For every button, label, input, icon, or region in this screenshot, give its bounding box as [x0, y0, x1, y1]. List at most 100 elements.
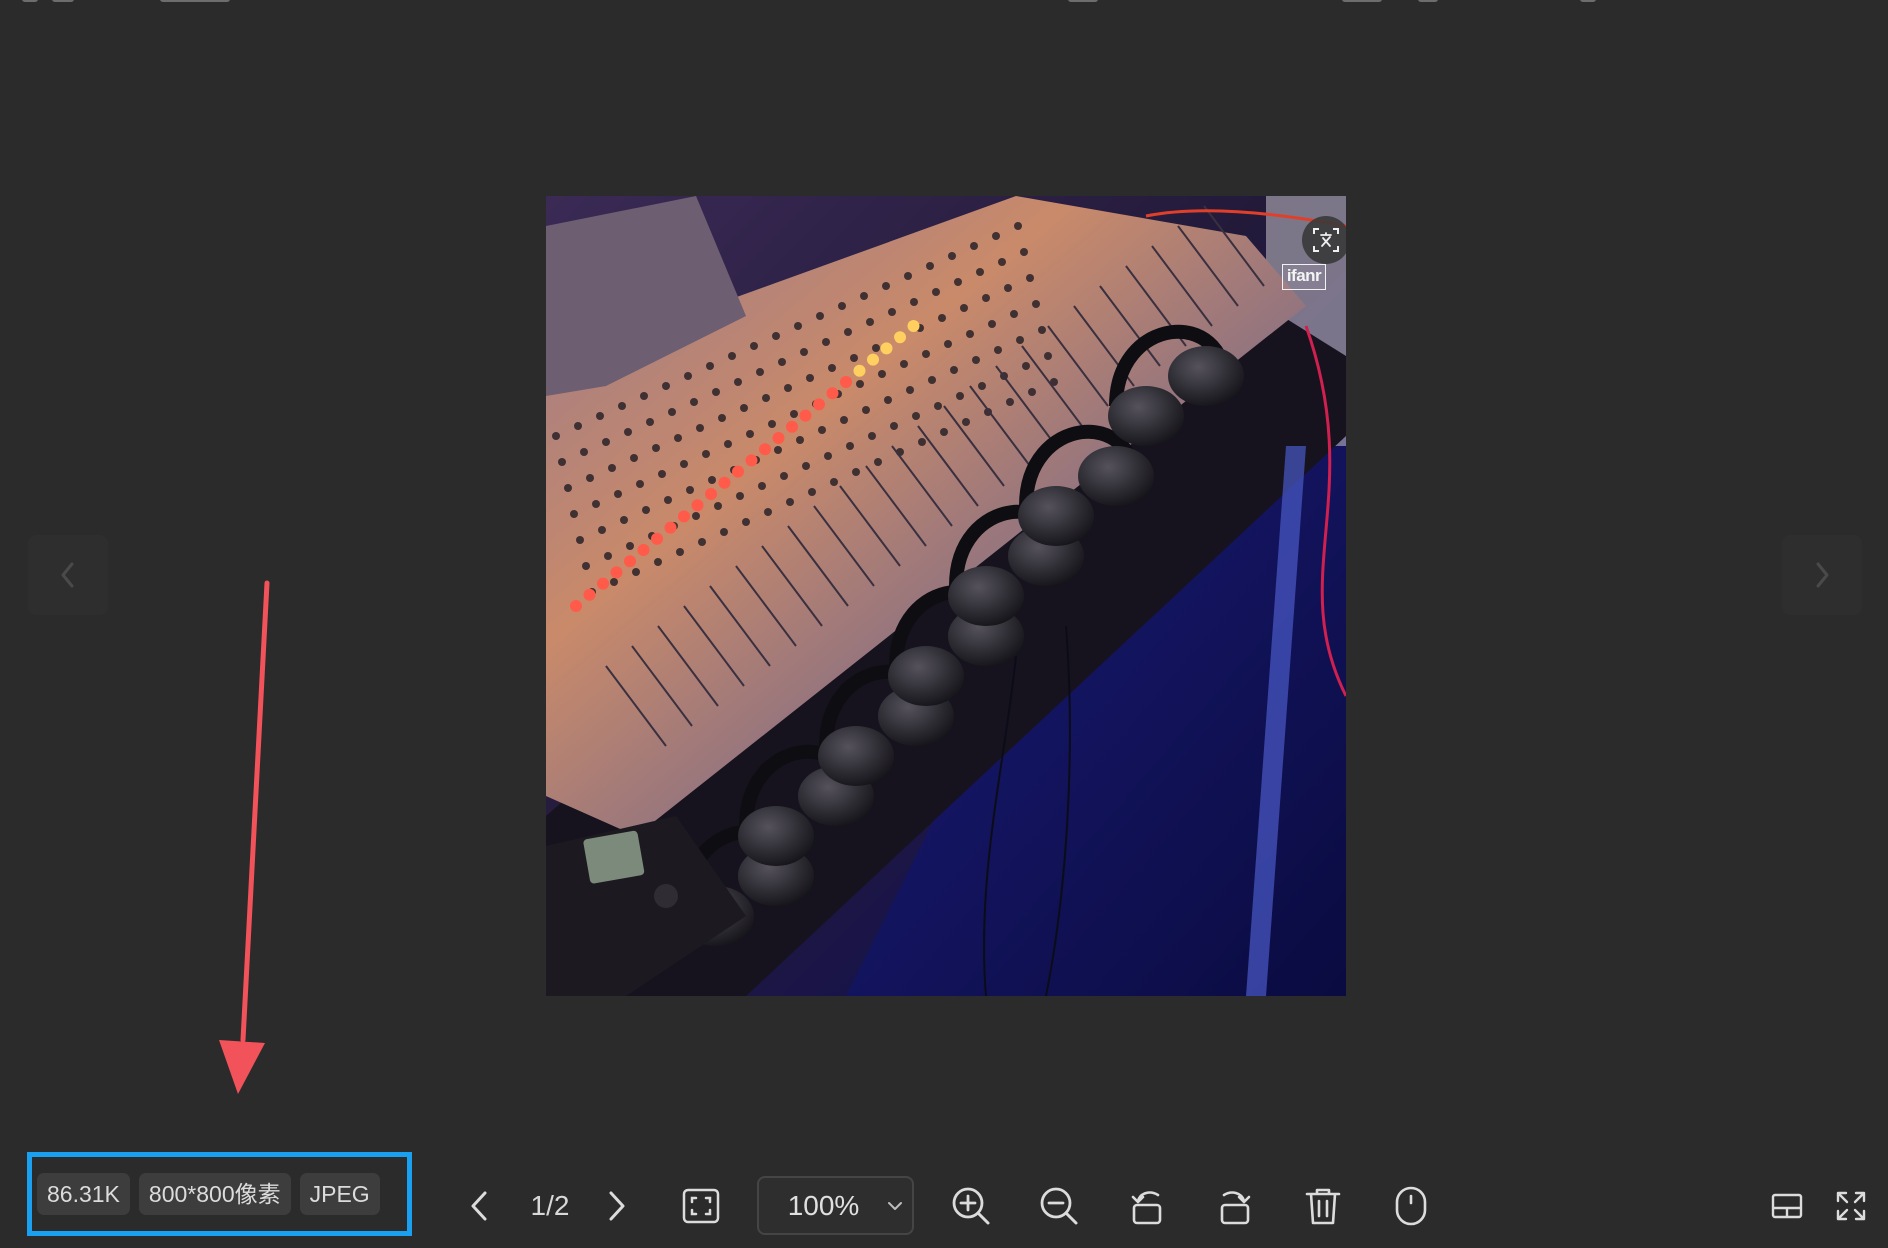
filmstrip-toggle-button[interactable]: [1762, 1178, 1812, 1234]
mixer-knob: [652, 444, 660, 452]
mouse-mode-button[interactable]: [1386, 1178, 1436, 1234]
chevron-left-icon: [471, 1191, 487, 1221]
mixer-knob: [882, 282, 890, 290]
mixer-knob: [576, 536, 584, 544]
mixer-knob: [780, 472, 788, 480]
led-light: [610, 566, 623, 579]
mixer-knob: [822, 338, 830, 346]
mixer-knob: [636, 480, 644, 488]
mixer-knob: [596, 412, 604, 420]
fit-screen-icon: [682, 1188, 720, 1224]
next-image-button[interactable]: [592, 1178, 642, 1234]
zoom-out-button[interactable]: [1034, 1178, 1084, 1234]
mixer-knob: [574, 422, 582, 430]
mixer-knob: [962, 418, 970, 426]
mixer-knob: [668, 408, 676, 416]
mixer-knob: [862, 406, 870, 414]
led-light: [678, 510, 690, 523]
mixer-knob: [948, 252, 956, 260]
mixer-knob: [626, 542, 634, 550]
mixer-knob: [796, 436, 804, 444]
mixer-knob: [944, 340, 952, 348]
zoom-in-button[interactable]: [946, 1178, 996, 1234]
mixer-knob: [756, 368, 764, 376]
mixer-knob: [1022, 362, 1030, 370]
mixer-knob: [874, 458, 882, 466]
mixer-knob: [674, 434, 682, 442]
filmstrip-icon: [1771, 1193, 1803, 1219]
title-icon-fragment: [22, 0, 38, 2]
chevron-down-icon: [878, 1201, 912, 1211]
led-light: [718, 476, 731, 489]
mixer-knob: [800, 348, 808, 356]
mixer-knob: [932, 288, 940, 296]
mixer-knob: [1032, 300, 1040, 308]
led-light: [826, 387, 839, 400]
mixer-knob: [570, 510, 578, 518]
mixer-knob: [580, 448, 588, 456]
led-light: [732, 465, 744, 478]
mixer-knob: [1038, 326, 1046, 334]
mixer-knob: [658, 470, 666, 478]
mixer-knob: [852, 468, 860, 476]
side-prev-button[interactable]: [28, 535, 108, 615]
prev-image-button[interactable]: [454, 1178, 504, 1234]
mixer-knob: [808, 488, 816, 496]
mixer-knob: [734, 378, 742, 386]
mixer-knob: [1016, 336, 1024, 344]
mixer-knob: [998, 258, 1006, 266]
mixer-knob: [918, 438, 926, 446]
title-text-fragment: [160, 0, 230, 2]
zoom-in-icon: [952, 1187, 990, 1225]
file-size-chip: 86.31K: [37, 1173, 130, 1215]
mixer-knob: [938, 314, 946, 322]
mixer-knob: [764, 508, 772, 516]
mixer-knob: [906, 386, 914, 394]
rotate-right-button[interactable]: [1210, 1178, 1260, 1234]
mixer-knob: [728, 352, 736, 360]
mixer-knob: [698, 538, 706, 546]
mixer-knob: [664, 496, 672, 504]
mixer-knob: [976, 268, 984, 276]
mixer-knob: [860, 292, 868, 300]
mixer-knob: [928, 376, 936, 384]
mixer-knob: [746, 430, 754, 438]
side-next-button[interactable]: [1782, 535, 1862, 615]
zoom-select[interactable]: 100%: [757, 1176, 914, 1235]
mixer-knob: [1004, 284, 1012, 292]
mixer-knob: [828, 364, 836, 372]
led-light: [705, 488, 717, 500]
led-light: [759, 443, 771, 456]
fullscreen-button[interactable]: [1826, 1178, 1876, 1234]
mixer-knob: [960, 304, 968, 312]
rotate-left-button[interactable]: [1122, 1178, 1172, 1234]
mixer-knob: [1026, 274, 1034, 282]
mixer-knob: [632, 568, 640, 576]
mixer-knob: [872, 344, 880, 352]
mixer-knob: [838, 302, 846, 310]
mixer-knob: [890, 422, 898, 430]
mixer-knob: [552, 432, 560, 440]
delete-button[interactable]: [1298, 1178, 1348, 1234]
led-light: [907, 320, 920, 332]
mixer-knob: [720, 528, 728, 536]
watermark-logo: ifanr: [1282, 264, 1326, 290]
mixer-knob: [824, 452, 832, 460]
mixer-knob: [686, 486, 694, 494]
ocr-translate-button[interactable]: [1302, 216, 1346, 264]
mixer-knob: [856, 380, 864, 388]
mixer-knob: [794, 322, 802, 330]
mixer-knob: [762, 394, 770, 402]
title-text-fragment: [1068, 0, 1098, 2]
chevron-right-icon: [609, 1191, 625, 1221]
mixer-knob: [950, 366, 958, 374]
trash-icon: [1305, 1188, 1341, 1225]
mixer-knob: [680, 460, 688, 468]
mixer-knob: [614, 490, 622, 498]
headphone-cup: [818, 726, 894, 786]
mixer-knob: [620, 516, 628, 524]
rotate-right-icon: [1220, 1191, 1251, 1225]
photo-canvas[interactable]: ifanr: [546, 196, 1346, 996]
mixer-knob: [742, 518, 750, 526]
fit-screen-button[interactable]: [676, 1178, 726, 1234]
